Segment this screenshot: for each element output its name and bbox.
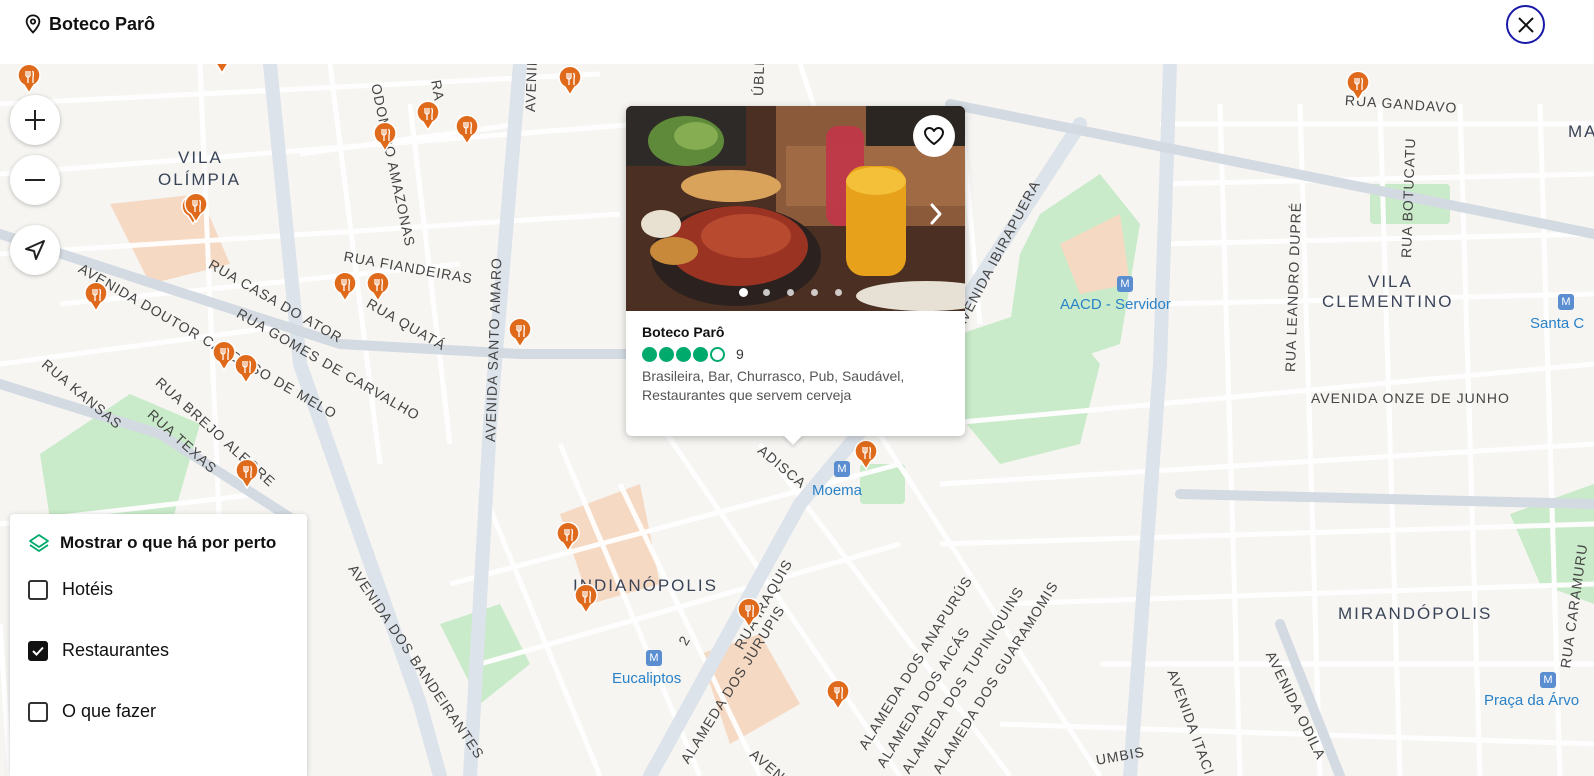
district-label: CLEMENTINO [1322,292,1454,311]
rating-bubble [710,347,725,362]
restaurant-popup-card[interactable]: Boteco Parô 9 Brasileira, Bar, Churrasco… [626,106,965,445]
restaurant-marker-icon[interactable] [366,271,390,303]
restaurant-marker-icon[interactable] [1346,70,1370,102]
district-label: VILA [1368,272,1413,291]
metro-icon: M [1558,294,1574,310]
district-label: VILA [178,148,223,167]
restaurant-marker-icon[interactable] [455,114,479,146]
filter-option-label: Restaurantes [62,640,170,660]
restaurant-name[interactable]: Boteco Parô [642,324,724,340]
nearby-filter-panel: Mostrar o que há por perto Hotéis Restau… [10,514,307,776]
restaurant-marker-icon[interactable] [333,271,357,303]
metro-icon: M [834,461,850,477]
rating-bubble [676,347,691,362]
restaurant-marker-icon[interactable] [556,521,580,553]
checkbox[interactable] [28,580,48,600]
street-label: MA [1568,122,1594,141]
chevron-right-icon[interactable] [928,202,944,226]
restaurant-marker-icon[interactable] [210,64,234,75]
rating-bubble [693,347,708,362]
district-label: MIRANDÓPOLIS [1338,604,1493,623]
district-label: OLÍMPIA [158,170,241,189]
poi-label[interactable]: Praça da Árvo [1484,692,1579,709]
close-icon [1518,17,1534,33]
filter-option-label: O que fazer [62,701,157,721]
restaurant-marker-icon[interactable] [235,458,259,490]
photo-pagination [739,287,859,299]
metro-icon: M [646,650,662,666]
minus-icon [25,179,45,181]
restaurant-marker-icon[interactable] [737,597,761,629]
save-favorite-button[interactable] [913,115,955,157]
restaurant-marker-icon[interactable] [184,192,208,224]
locate-icon [25,240,45,260]
street-label: ÚBLI [750,64,768,97]
checkbox[interactable] [28,641,48,661]
photo-dot[interactable] [811,289,818,296]
photo-dot[interactable] [763,289,770,296]
checkmark-icon [32,646,44,656]
filter-option-label: Hotéis [62,579,114,599]
photo-dot[interactable] [739,288,748,297]
map-pin-icon [25,14,41,34]
review-count[interactable]: 9 [736,346,744,362]
metro-icon: M [1117,276,1133,292]
restaurant-marker-icon[interactable] [84,281,108,313]
poi-label[interactable]: Santa C [1530,315,1584,332]
layers-icon [29,534,49,552]
checkbox[interactable] [28,702,48,722]
restaurant-marker-icon[interactable] [212,340,236,372]
restaurant-marker-icon[interactable] [854,439,878,471]
restaurant-marker-icon[interactable] [416,100,440,132]
restaurant-marker-icon[interactable] [508,317,532,349]
photo-dot[interactable] [787,289,794,296]
close-button[interactable] [1506,5,1545,44]
rating-bubble [659,347,674,362]
plus-icon [25,110,45,130]
street-label: RA [428,78,448,103]
restaurant-marker-icon[interactable] [373,121,397,153]
filter-title: Mostrar o que há por perto [60,533,277,552]
street-label: AVENIDA ONZE DE JUNHO [1311,390,1510,406]
poi-label[interactable]: Eucaliptos [612,670,681,687]
poi-label[interactable]: Moema [812,482,862,499]
zoom-in-button[interactable] [10,95,60,145]
zoom-out-button[interactable] [10,155,60,205]
heart-icon [924,127,944,145]
header-bar: Boteco Parô [0,0,1594,64]
restaurant-marker-icon[interactable] [826,679,850,711]
metro-icon: M [1540,672,1556,688]
restaurant-marker-icon[interactable] [574,583,598,615]
locate-me-button[interactable] [10,225,60,275]
photo-dot[interactable] [835,289,842,296]
location-title: Boteco Parô [49,14,156,34]
restaurant-marker-icon[interactable] [17,64,41,95]
rating-bubble [642,347,657,362]
restaurant-marker-icon[interactable] [234,353,258,385]
poi-label[interactable]: AACD - Servidor [1060,296,1171,313]
restaurant-marker-icon[interactable] [558,65,582,97]
cuisine-list: Brasileira, Bar, Churrasco, Pub, Saudáve… [642,368,905,403]
